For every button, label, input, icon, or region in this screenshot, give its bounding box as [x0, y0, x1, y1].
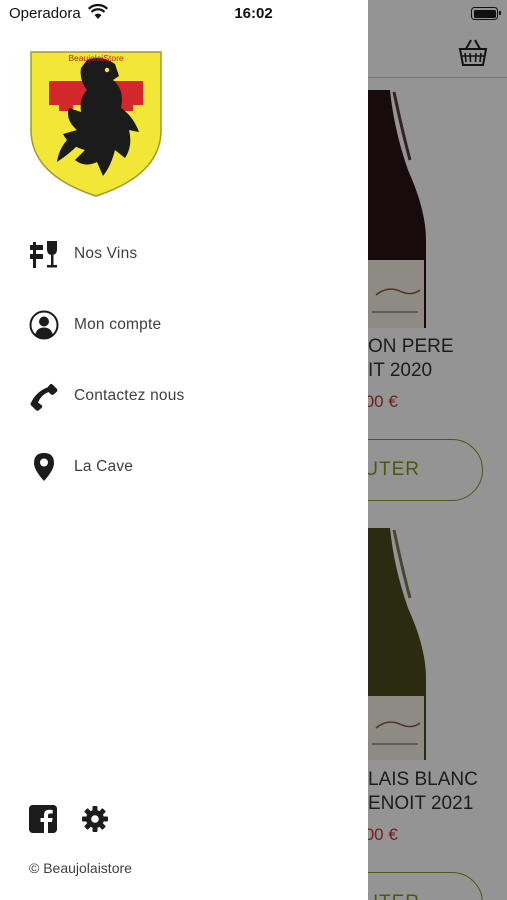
social-links — [29, 805, 109, 833]
location-pin-icon — [29, 452, 59, 482]
menu-item-contactez-nous[interactable]: Contactez nous — [0, 360, 368, 431]
settings-icon[interactable] — [81, 805, 109, 833]
facebook-icon[interactable] — [29, 805, 57, 833]
menu-label-la-cave: La Cave — [74, 457, 134, 475]
menu-label-nos-vins: Nos Vins — [74, 244, 138, 262]
menu-item-nos-vins[interactable]: Nos Vins — [0, 218, 368, 289]
phone-icon — [29, 381, 59, 411]
copyright-text: © Beaujolaistore — [29, 860, 132, 876]
menu-item-la-cave[interactable]: La Cave — [0, 431, 368, 502]
wine-tasting-icon — [29, 239, 59, 269]
account-icon — [29, 310, 59, 340]
drawer-menu: Nos Vins Mon compte Contactez nous La Ca… — [0, 218, 368, 502]
menu-label-mon-compte: Mon compte — [74, 315, 162, 333]
menu-label-contactez-nous: Contactez nous — [74, 386, 185, 404]
beaujolaistore-logo: BeaujolaiStore — [30, 51, 162, 197]
logo-banner-text: BeaujolaiStore — [68, 53, 124, 63]
side-drawer: Operadora 16:02 BeaujolaiStore Nos Vins … — [0, 0, 368, 900]
status-time: 16:02 — [234, 5, 273, 22]
menu-item-mon-compte[interactable]: Mon compte — [0, 289, 368, 360]
